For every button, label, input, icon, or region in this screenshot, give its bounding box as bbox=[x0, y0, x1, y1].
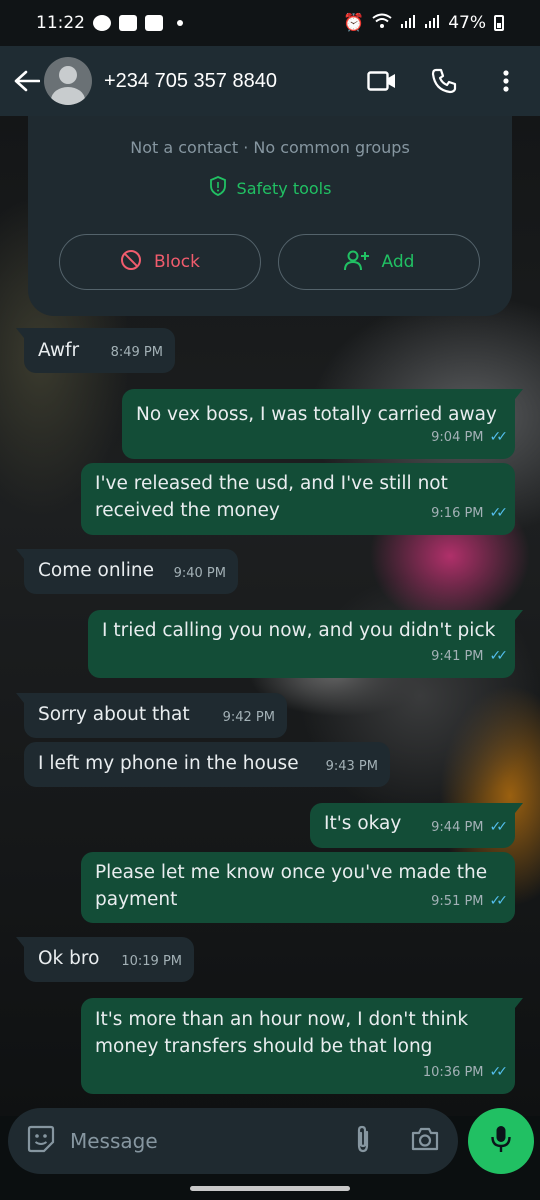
message-meta: 9:51 PM ✓✓ bbox=[431, 888, 509, 915]
message-text: Sorry about that bbox=[38, 704, 190, 725]
more-options-icon[interactable] bbox=[490, 65, 522, 97]
message-text: I've released the usd, and I've still no… bbox=[95, 473, 448, 521]
message-meta: 9:44 PM ✓✓ bbox=[431, 814, 509, 841]
message-text: I left my phone in the house bbox=[38, 753, 299, 774]
read-ticks-icon: ✓✓ bbox=[489, 429, 509, 445]
voice-call-icon[interactable] bbox=[428, 65, 460, 97]
message-composer bbox=[8, 1108, 458, 1174]
unknown-contact-card: Not a contact · No common groups Safety … bbox=[28, 116, 512, 316]
chat-header: +234 705 357 8840 bbox=[0, 46, 540, 116]
shield-icon bbox=[209, 176, 227, 200]
message-text: I tried calling you now, and you didn't … bbox=[102, 620, 496, 641]
signal-1-icon bbox=[400, 13, 416, 34]
sticker-icon[interactable] bbox=[26, 1124, 56, 1158]
add-person-icon bbox=[343, 249, 370, 276]
message-outgoing[interactable]: No vex boss, I was totally carried away … bbox=[122, 389, 523, 459]
message-time: 10:19 PM bbox=[121, 954, 182, 969]
message-text: It's more than an hour now, I don't thin… bbox=[95, 1009, 469, 1057]
alarm-icon: ⏰ bbox=[343, 13, 365, 33]
chat-notification-icon bbox=[93, 15, 111, 31]
block-icon bbox=[120, 249, 142, 276]
message-outgoing[interactable]: Please let me know once you've made the p… bbox=[81, 852, 515, 923]
message-text: Please let me know once you've made the p… bbox=[95, 862, 488, 910]
message-input[interactable] bbox=[70, 1129, 354, 1153]
message-incoming[interactable]: Sorry about that 9:42 PM bbox=[16, 693, 287, 738]
read-ticks-icon: ✓✓ bbox=[489, 893, 509, 909]
read-ticks-icon: ✓✓ bbox=[489, 648, 509, 664]
block-label: Block bbox=[154, 252, 200, 272]
message-incoming[interactable]: Ok bro 10:19 PM bbox=[16, 937, 194, 982]
message-meta: 9:41 PM ✓✓ bbox=[431, 643, 509, 670]
teams-notification-icon bbox=[119, 15, 137, 31]
read-ticks-icon: ✓✓ bbox=[489, 505, 509, 521]
message-time: 9:42 PM bbox=[222, 710, 275, 725]
camera-icon[interactable] bbox=[410, 1126, 440, 1156]
add-contact-button[interactable]: Add bbox=[278, 234, 480, 290]
read-ticks-icon: ✓✓ bbox=[489, 1064, 509, 1080]
safety-tools-label: Safety tools bbox=[236, 178, 332, 198]
wifi-icon bbox=[372, 13, 392, 34]
contact-status-text: Not a contact · No common groups bbox=[130, 138, 410, 157]
avatar[interactable] bbox=[44, 57, 92, 105]
message-meta: 9:04 PM ✓✓ bbox=[431, 424, 509, 451]
mic-icon bbox=[490, 1124, 512, 1158]
message-outgoing[interactable]: It's more than an hour now, I don't thin… bbox=[81, 998, 523, 1094]
safety-tools-link[interactable]: Safety tools bbox=[28, 176, 512, 200]
status-time: 11:22 bbox=[36, 13, 85, 33]
message-text: Awfr bbox=[38, 340, 80, 361]
message-meta: 9:16 PM ✓✓ bbox=[431, 500, 509, 527]
battery-percent: 47% bbox=[448, 13, 486, 33]
message-outgoing[interactable]: I've released the usd, and I've still no… bbox=[81, 463, 515, 535]
message-text: It's okay bbox=[324, 813, 402, 834]
contact-name[interactable]: +234 705 357 8840 bbox=[104, 70, 366, 93]
message-text: Come online bbox=[38, 560, 154, 581]
message-time: 9:40 PM bbox=[173, 566, 226, 581]
block-button[interactable]: Block bbox=[59, 234, 261, 290]
message-text: Ok bro bbox=[38, 948, 100, 969]
message-time: 9:43 PM bbox=[325, 759, 378, 774]
battery-icon bbox=[494, 15, 504, 31]
message-incoming[interactable]: I left my phone in the house 9:43 PM bbox=[24, 742, 390, 787]
read-ticks-icon: ✓✓ bbox=[489, 819, 509, 835]
message-meta: 10:36 PM ✓✓ bbox=[423, 1059, 509, 1086]
more-notifications-dot-icon bbox=[177, 20, 183, 26]
back-arrow-icon[interactable] bbox=[12, 61, 42, 101]
message-outgoing[interactable]: I tried calling you now, and you didn't … bbox=[88, 610, 523, 678]
add-label: Add bbox=[381, 252, 415, 272]
message-outgoing[interactable]: It's okay 9:44 PM ✓✓ bbox=[310, 803, 523, 848]
attach-icon[interactable] bbox=[354, 1124, 372, 1158]
message-time: 8:49 PM bbox=[110, 345, 163, 360]
status-bar: 11:22 ⏰ 47% bbox=[0, 0, 540, 46]
video-call-icon[interactable] bbox=[366, 65, 398, 97]
message-incoming[interactable]: Awfr 8:49 PM bbox=[16, 328, 175, 373]
gesture-nav-handle[interactable] bbox=[190, 1186, 350, 1191]
message-incoming[interactable]: Come online 9:40 PM bbox=[16, 549, 238, 594]
mic-button[interactable] bbox=[468, 1108, 534, 1174]
signal-2-icon bbox=[424, 13, 440, 34]
gallery-notification-icon bbox=[145, 15, 163, 31]
